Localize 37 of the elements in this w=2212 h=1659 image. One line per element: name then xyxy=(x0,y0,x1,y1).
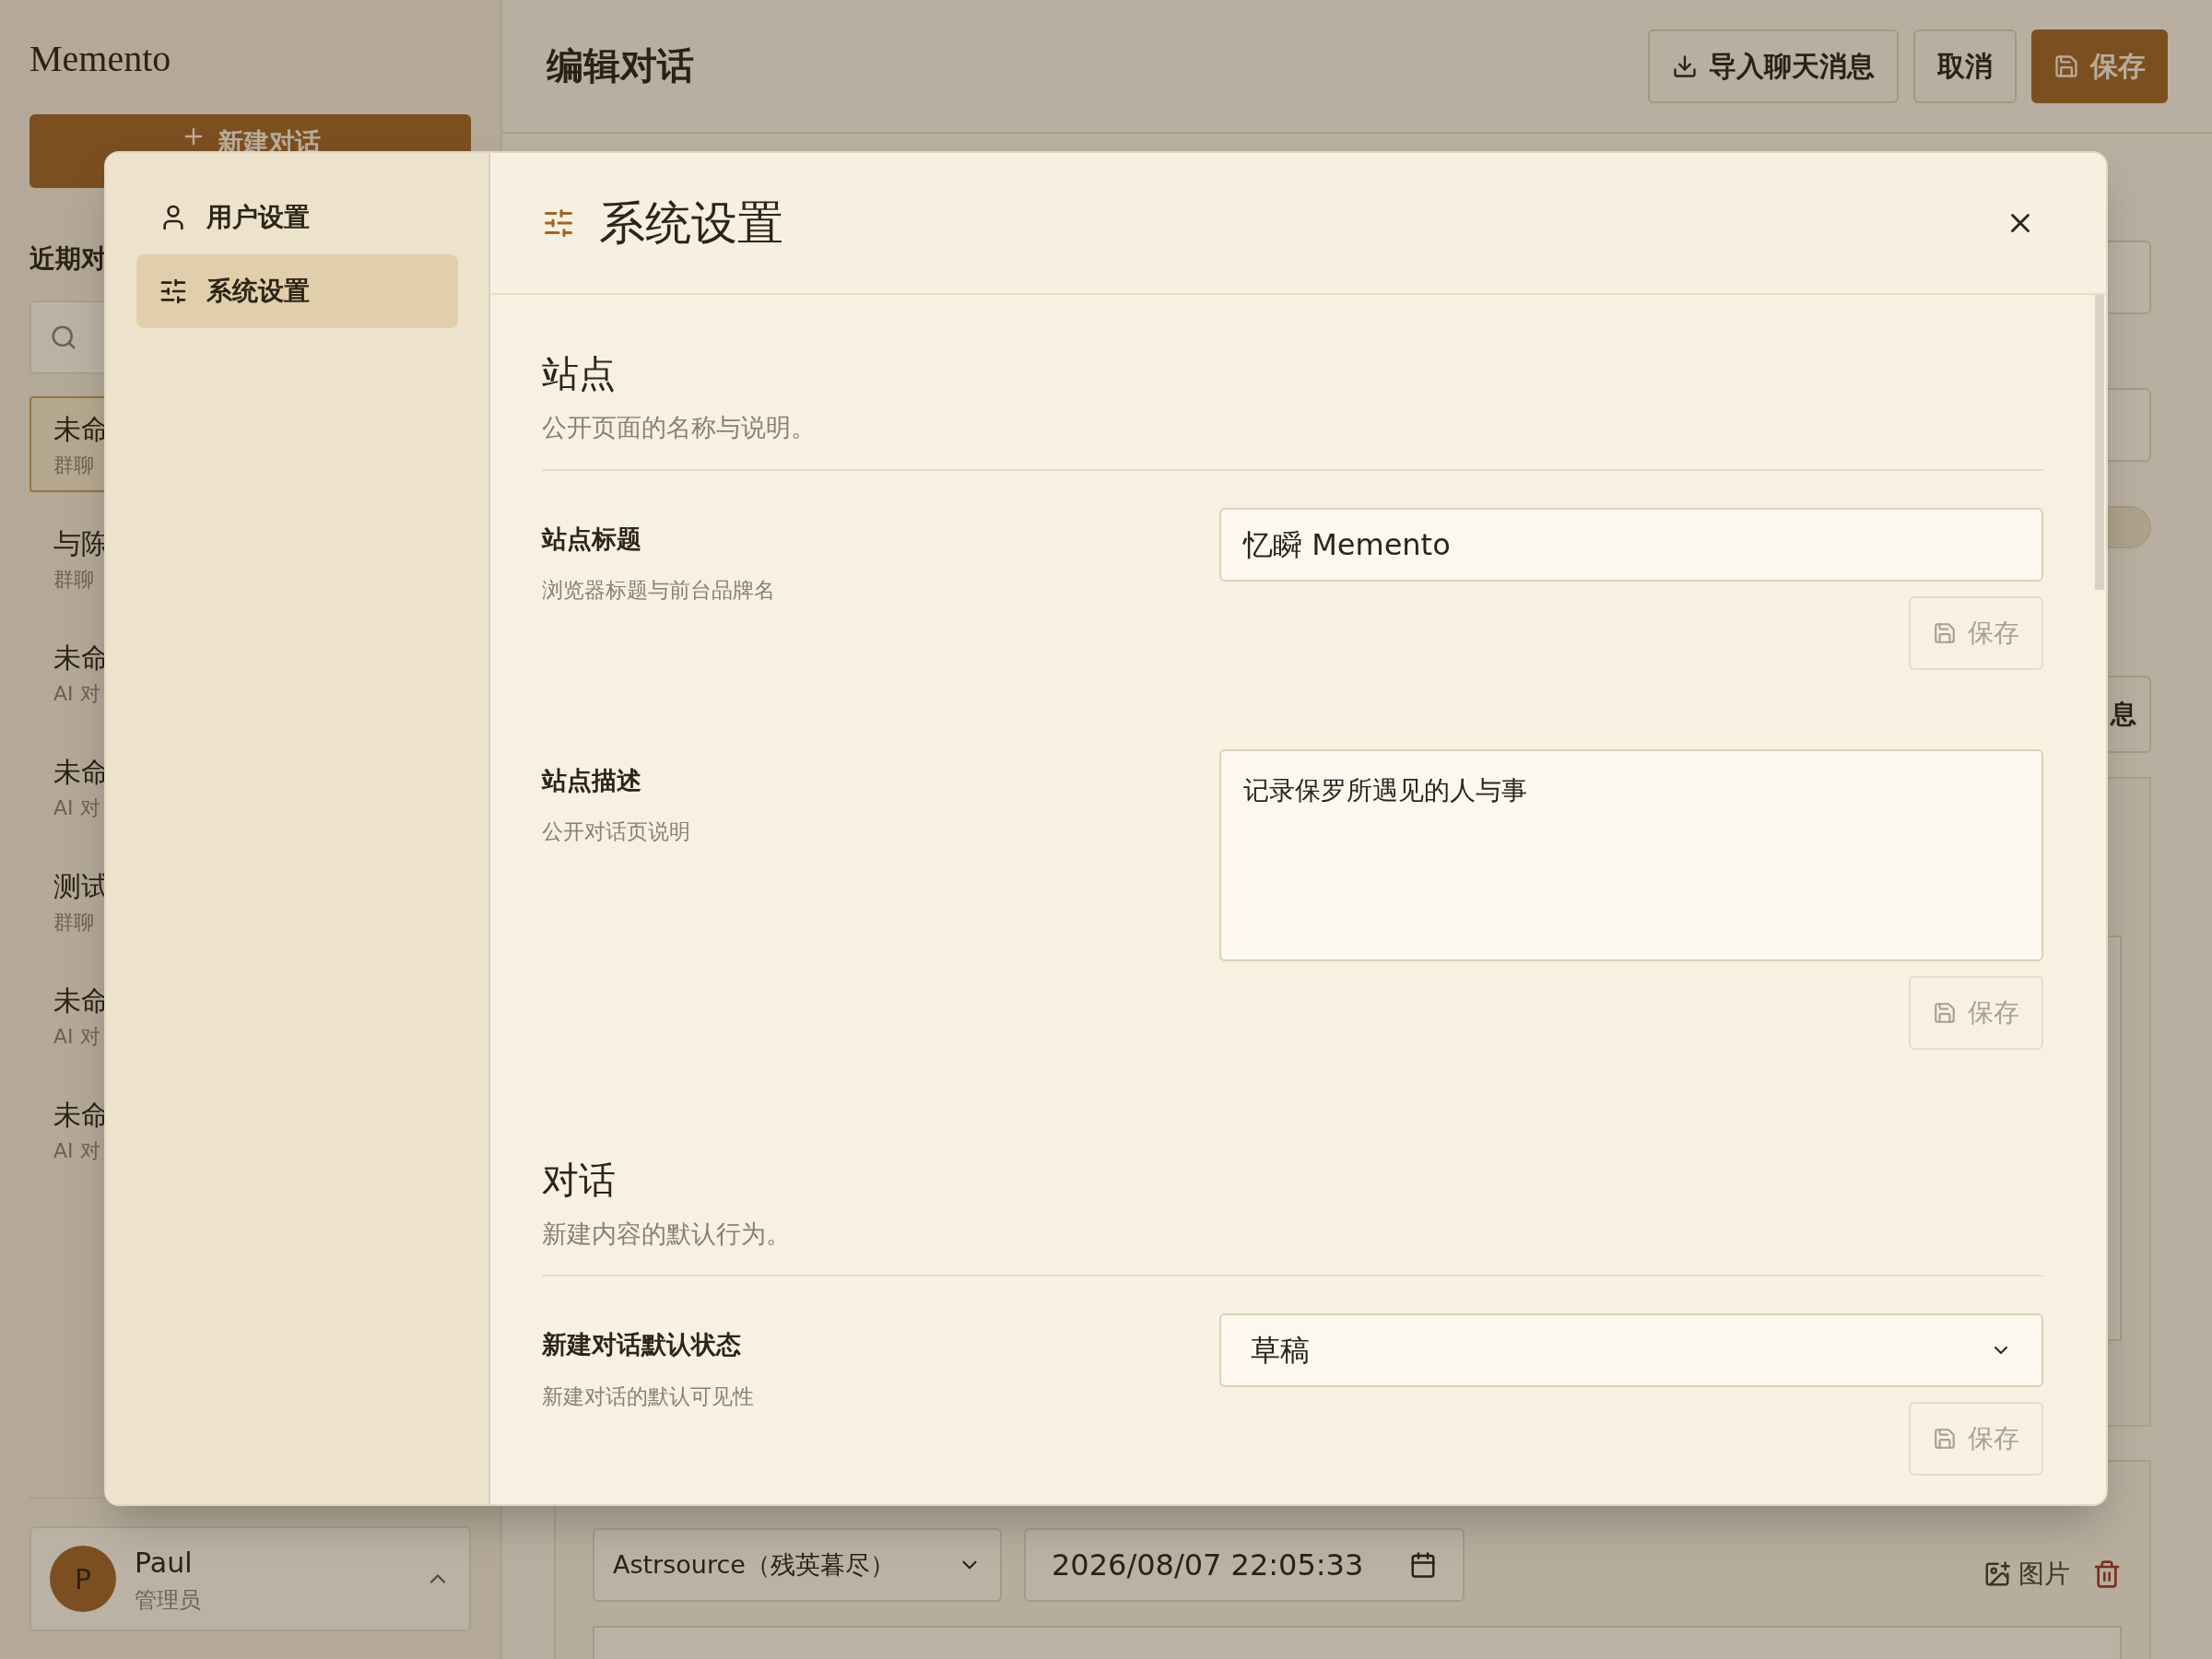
conversation-type: 群聊 xyxy=(53,567,95,593)
field-hint: 新建对话的默认可见性 xyxy=(542,1382,754,1410)
field-label: 站点标题 xyxy=(542,523,642,555)
nav-item[interactable]: 系统设置 xyxy=(136,254,458,328)
cancel-button[interactable]: 取消 xyxy=(1913,29,2017,103)
conversation-title: 未命 xyxy=(53,1098,110,1133)
user-role: 管理员 xyxy=(135,1585,202,1615)
page-title: 编辑对话 xyxy=(547,43,694,88)
conversation-type: AI 对 xyxy=(53,795,101,821)
user-name: Paul xyxy=(135,1545,194,1581)
field-hint: 公开对话页说明 xyxy=(542,818,690,845)
dialog-title: 系统设置 xyxy=(599,195,783,251)
speaker-select[interactable]: Astrsource（残英暮尽） xyxy=(593,1528,1002,1602)
conversation-title: 未命 xyxy=(53,983,110,1018)
conversation-type: 群聊 xyxy=(53,453,95,478)
field-hint: 浏览器标题与前台品牌名 xyxy=(542,577,775,604)
section-title: 对话 xyxy=(542,1158,617,1203)
section-description: 新建内容的默认行为。 xyxy=(542,1215,2043,1277)
conversation-title: 未命 xyxy=(53,641,110,676)
conversation-type: 群聊 xyxy=(53,910,95,935)
brand-title: Memento xyxy=(29,37,172,81)
section-title: 近期对 xyxy=(29,242,108,276)
field-label: 新建对话默认状态 xyxy=(542,1329,742,1360)
user-avatar: P xyxy=(50,1546,116,1612)
conversation-title: 未命 xyxy=(53,755,110,790)
user-card[interactable]: P Paul 管理员 xyxy=(29,1526,471,1631)
conversation-type: AI 对 xyxy=(53,1138,101,1164)
section-title: 站点 xyxy=(542,352,617,396)
conversation-type: AI 对 xyxy=(53,681,101,707)
field-label: 站点描述 xyxy=(542,764,642,796)
import-button[interactable]: 导入聊天消息 xyxy=(1648,29,1899,103)
section-description: 公开页面的名称与说明。 xyxy=(542,409,2043,471)
image-button[interactable]: 图片 xyxy=(1983,1555,2070,1594)
datetime-field[interactable]: 2026/08/07 22:05:33 xyxy=(1024,1528,1465,1602)
conversation-title: 未命 xyxy=(53,412,110,447)
nav-item[interactable]: 用户设置 xyxy=(136,181,458,254)
conversation-type: AI 对 xyxy=(53,1024,101,1050)
